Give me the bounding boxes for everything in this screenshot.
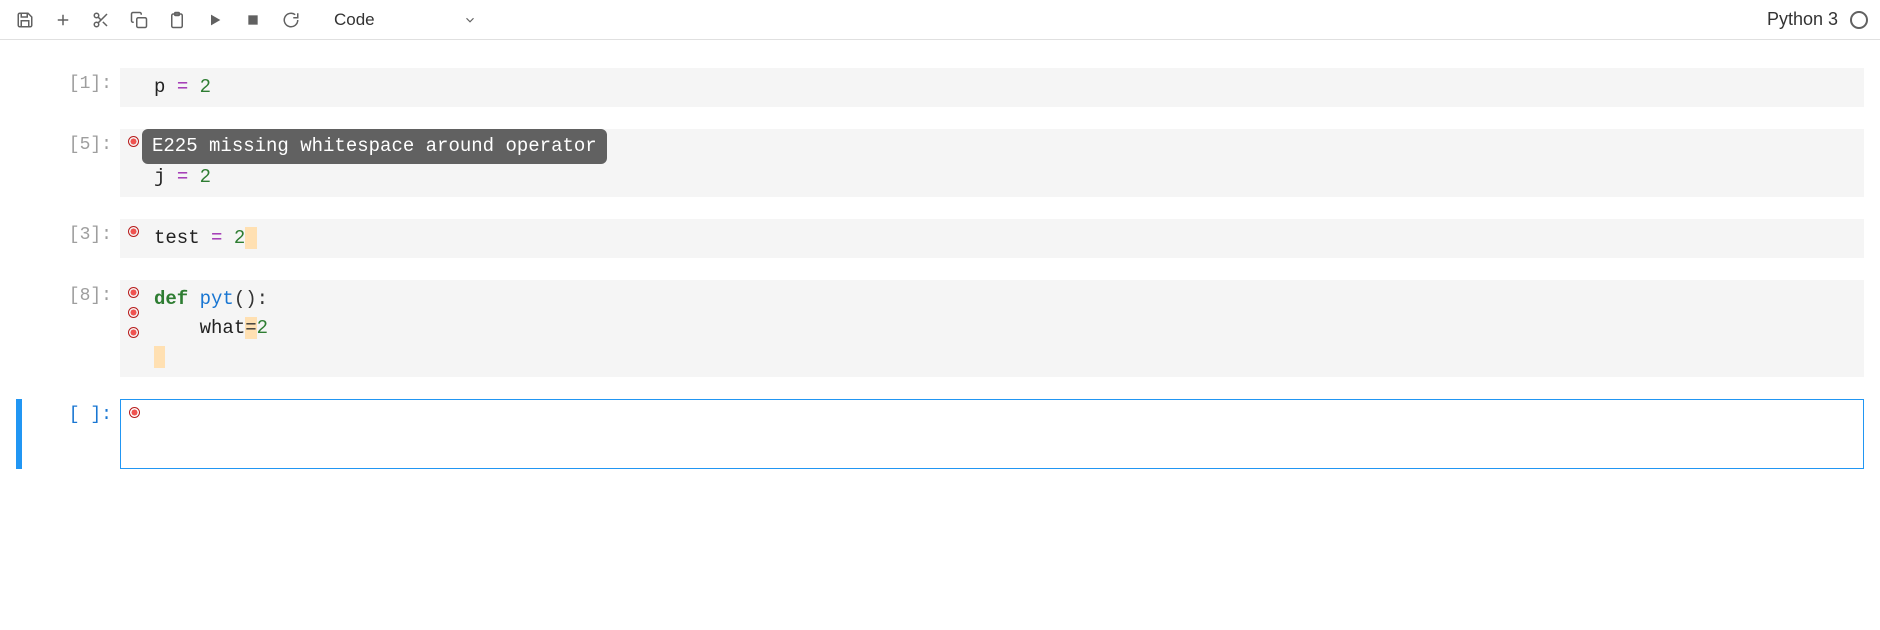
code-line: p = 2 — [154, 73, 1856, 102]
cell-prompt: [3]: — [28, 219, 120, 245]
cell-type-select[interactable]: Code — [322, 8, 487, 32]
cell-input-area[interactable]: test = 2 — [120, 219, 1864, 258]
lint-gutter — [120, 68, 146, 107]
code-token: test — [154, 227, 200, 249]
lint-error-icon[interactable] — [128, 287, 139, 298]
code-token: = — [245, 317, 256, 339]
code-editor[interactable]: E225 missing whitespace around operator … — [146, 129, 1864, 197]
code-line: def pyt(): — [154, 285, 1856, 314]
code-cell[interactable]: [ ]: — [16, 399, 1864, 469]
code-cell[interactable]: [1]: p = 2 — [16, 68, 1864, 107]
code-token: pyt — [200, 288, 234, 310]
restart-button[interactable] — [274, 6, 308, 34]
code-token: 2 — [200, 166, 211, 188]
code-line: test = 2 — [154, 224, 1856, 253]
lint-error-icon[interactable] — [128, 226, 139, 237]
lint-error-icon[interactable] — [128, 136, 139, 147]
lint-gutter — [120, 280, 146, 377]
cut-button[interactable] — [84, 6, 118, 34]
copy-button[interactable] — [122, 6, 156, 34]
code-token: what — [200, 317, 246, 339]
cell-active-bar — [16, 129, 22, 197]
code-editor[interactable] — [147, 400, 1863, 468]
code-token — [165, 166, 176, 188]
stop-button[interactable] — [236, 6, 270, 34]
code-line — [155, 405, 1855, 434]
code-editor[interactable]: p = 2 — [146, 68, 1864, 107]
cell-active-bar — [16, 219, 22, 258]
cell-prompt: [8]: — [28, 280, 120, 306]
kernel-status-indicator[interactable] — [1850, 11, 1868, 29]
code-token: (): — [234, 288, 268, 310]
code-token: p — [154, 76, 165, 98]
lint-tooltip: E225 missing whitespace around operator — [142, 129, 607, 164]
code-token — [154, 346, 165, 368]
code-token — [188, 288, 199, 310]
kernel-name[interactable]: Python 3 — [1767, 9, 1846, 30]
code-token — [245, 227, 256, 249]
cell-input-area[interactable] — [120, 399, 1864, 469]
cell-prompt: [1]: — [28, 68, 120, 94]
code-token — [154, 317, 200, 339]
cell-input-area[interactable]: p = 2 — [120, 68, 1864, 107]
code-cell[interactable]: [3]: test = 2 — [16, 219, 1864, 258]
code-token: = — [177, 76, 188, 98]
code-token — [155, 405, 1855, 434]
notebook-toolbar: Code Python 3 — [0, 0, 1880, 40]
code-editor[interactable]: test = 2 — [146, 219, 1864, 258]
code-token — [200, 227, 211, 249]
lint-error-icon[interactable] — [128, 307, 139, 318]
code-token — [155, 434, 1855, 463]
cell-prompt: [5]: — [28, 129, 120, 155]
cell-active-bar — [16, 68, 22, 107]
code-token: j — [154, 166, 165, 188]
lint-gutter — [120, 219, 146, 258]
code-line — [155, 434, 1855, 463]
cell-type-label: Code — [334, 10, 375, 30]
paste-button[interactable] — [160, 6, 194, 34]
code-token — [188, 76, 199, 98]
lint-error-icon[interactable] — [129, 407, 140, 418]
cell-input-area[interactable]: E225 missing whitespace around operator … — [120, 129, 1864, 197]
lint-gutter — [121, 400, 147, 468]
cell-active-bar — [16, 399, 22, 469]
code-line: what=2 — [154, 314, 1856, 343]
code-token: = — [211, 227, 222, 249]
code-token: def — [154, 288, 188, 310]
code-token: = — [177, 166, 188, 188]
add-cell-button[interactable] — [46, 6, 80, 34]
notebook-body: [1]: p = 2 [5]: E225 missing whitespace aro… — [0, 40, 1880, 521]
cell-input-area[interactable]: def pyt(): what=2 — [120, 280, 1864, 377]
cell-active-bar — [16, 280, 22, 377]
code-line: j = 2 — [154, 163, 1856, 192]
code-token: 2 — [257, 317, 268, 339]
code-token — [165, 76, 176, 98]
lint-error-icon[interactable] — [128, 327, 139, 338]
code-token: 2 — [234, 227, 245, 249]
code-token — [222, 227, 233, 249]
chevron-down-icon — [463, 13, 477, 27]
run-button[interactable] — [198, 6, 232, 34]
code-line — [154, 343, 1856, 372]
code-cell[interactable]: [5]: E225 missing whitespace around opera… — [16, 129, 1864, 197]
code-editor[interactable]: def pyt(): what=2 — [146, 280, 1864, 377]
code-token — [188, 166, 199, 188]
save-button[interactable] — [8, 6, 42, 34]
cell-prompt: [ ]: — [28, 399, 120, 425]
code-cell[interactable]: [8]: def pyt(): what=2 — [16, 280, 1864, 377]
code-token: 2 — [200, 76, 211, 98]
